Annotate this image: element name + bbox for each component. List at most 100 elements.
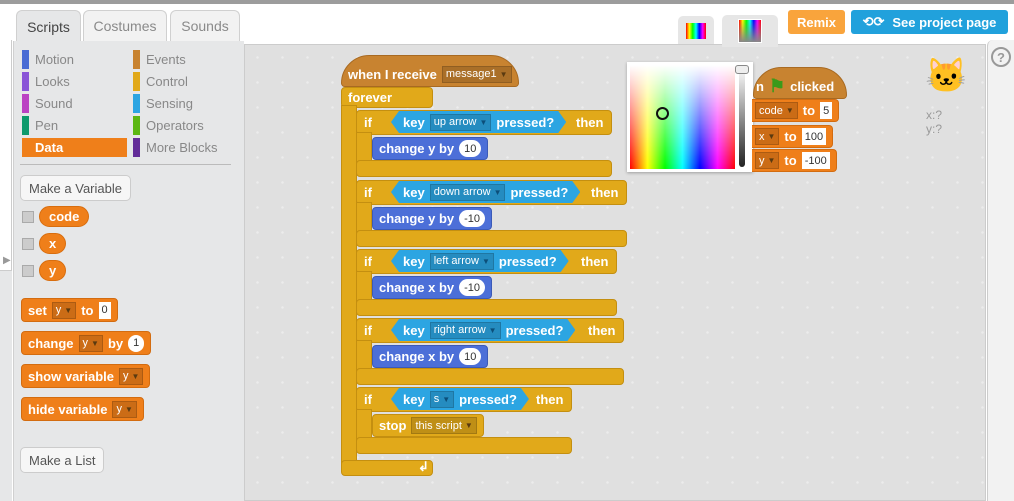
help-icon[interactable]: ? bbox=[991, 47, 1011, 67]
block-label: when I receive bbox=[348, 66, 437, 82]
change-position-block[interactable]: change y by 10 bbox=[372, 137, 489, 160]
message-dropdown[interactable]: message1 bbox=[441, 65, 512, 83]
set-variable-block[interactable]: setyto0 bbox=[21, 298, 118, 322]
variable-dropdown[interactable]: y bbox=[112, 400, 137, 418]
if-label: if bbox=[364, 185, 372, 200]
stop-option-dropdown[interactable]: this script bbox=[411, 417, 477, 434]
change-position-block[interactable]: change x by -10 bbox=[372, 276, 493, 299]
green-flag-icon: ⚑ bbox=[768, 75, 786, 96]
key-pressed-block[interactable]: key up arrowpressed? bbox=[391, 111, 566, 133]
block-label: to bbox=[802, 103, 816, 118]
then-label: then bbox=[536, 392, 564, 407]
category-more-blocks[interactable]: More Blocks bbox=[133, 138, 238, 157]
category-label: Data bbox=[35, 140, 64, 155]
color-tab-small[interactable] bbox=[678, 16, 714, 44]
variable-dropdown[interactable]: y bbox=[118, 367, 144, 385]
color-spectrum[interactable] bbox=[630, 65, 735, 169]
value-input[interactable]: 0 bbox=[98, 301, 111, 319]
block-label: pressed? bbox=[510, 184, 569, 200]
brightness-slider[interactable] bbox=[739, 67, 745, 167]
variable-dropdown[interactable]: y bbox=[78, 334, 103, 352]
category-events[interactable]: Events bbox=[133, 50, 238, 69]
block-label: hide variable bbox=[28, 401, 108, 417]
value-input[interactable]: 100 bbox=[801, 128, 827, 145]
set-variable-block[interactable]: xto 100 bbox=[752, 125, 834, 148]
key-pressed-block[interactable]: key left arrowpressed? bbox=[391, 250, 569, 272]
key-dropdown[interactable]: s bbox=[430, 391, 454, 408]
make-list-button[interactable]: Make a List bbox=[20, 447, 105, 473]
divider bbox=[20, 164, 231, 165]
see-project-page-button[interactable]: ⟲⟳ See project page bbox=[851, 10, 1008, 34]
variable-dropdown[interactable]: y bbox=[51, 301, 77, 319]
remix-button[interactable]: Remix bbox=[788, 10, 845, 34]
variable-dropdown[interactable]: y bbox=[755, 152, 780, 169]
when-i-receive-hat-block[interactable]: when I receive message1 bbox=[341, 55, 519, 87]
if-bottom bbox=[356, 299, 617, 316]
sprite-y-readout: y:? bbox=[926, 122, 943, 136]
change-variable-block[interactable]: changeyby1 bbox=[21, 331, 152, 355]
block-label: pressed? bbox=[505, 322, 564, 338]
value-input[interactable]: 10 bbox=[459, 140, 482, 157]
variable-dropdown[interactable]: x bbox=[755, 128, 780, 145]
brightness-slider-handle[interactable] bbox=[735, 65, 749, 74]
then-label: then bbox=[588, 323, 616, 338]
green-flag-hat-block[interactable]: n ⚑ clicked bbox=[753, 67, 847, 99]
category-label: Sound bbox=[35, 96, 73, 111]
sync-arrows-icon: ⟲⟳ bbox=[862, 14, 885, 29]
category-operators[interactable]: Operators bbox=[133, 116, 238, 135]
category-motion[interactable]: Motion bbox=[22, 50, 127, 69]
category-data[interactable]: Data bbox=[22, 138, 127, 157]
category-color-swatch bbox=[22, 116, 29, 135]
category-sound[interactable]: Sound bbox=[22, 94, 127, 113]
key-pressed-block[interactable]: key right arrowpressed? bbox=[391, 319, 575, 341]
value-input[interactable]: -10 bbox=[459, 210, 486, 227]
variable-checkbox[interactable] bbox=[22, 210, 34, 223]
value-input[interactable]: 10 bbox=[459, 348, 482, 365]
key-dropdown[interactable]: up arrow bbox=[430, 114, 492, 131]
then-label: then bbox=[581, 254, 609, 269]
category-color-swatch bbox=[22, 94, 29, 113]
tab-scripts[interactable]: Scripts bbox=[16, 10, 81, 42]
stop-block[interactable]: stop this script bbox=[372, 414, 484, 437]
set-variable-block[interactable]: codeto 5 bbox=[752, 99, 840, 122]
block-label: change y by bbox=[379, 141, 455, 156]
category-looks[interactable]: Looks bbox=[22, 72, 127, 91]
if-label: if bbox=[364, 254, 372, 269]
key-dropdown[interactable]: left arrow bbox=[430, 253, 494, 270]
category-color-swatch bbox=[22, 138, 29, 157]
block-label: pressed? bbox=[459, 391, 517, 407]
variable-checkbox[interactable] bbox=[22, 237, 34, 250]
category-pen[interactable]: Pen bbox=[22, 116, 127, 135]
key-dropdown[interactable]: down arrow bbox=[430, 184, 506, 201]
color-tab-large[interactable] bbox=[722, 15, 778, 47]
category-sensing[interactable]: Sensing bbox=[133, 94, 238, 113]
then-label: then bbox=[591, 185, 619, 200]
hide-variable-block[interactable]: hide variable y bbox=[21, 397, 144, 421]
variable-reporter[interactable]: x bbox=[39, 233, 67, 254]
variable-reporter[interactable]: code bbox=[39, 206, 90, 227]
show-variable-block[interactable]: show variable y bbox=[21, 364, 151, 388]
block-label: change x by bbox=[379, 349, 455, 364]
category-control[interactable]: Control bbox=[133, 72, 238, 91]
set-variable-block[interactable]: yto -100 bbox=[752, 149, 837, 172]
key-dropdown[interactable]: right arrow bbox=[430, 322, 501, 339]
value-input[interactable]: 5 bbox=[820, 102, 833, 119]
collapse-stage-arrow-icon[interactable]: ▶ bbox=[3, 255, 11, 266]
change-position-block[interactable]: change x by 10 bbox=[372, 345, 489, 368]
value-input[interactable]: -10 bbox=[459, 279, 486, 296]
key-pressed-block[interactable]: key down arrowpressed? bbox=[391, 181, 580, 203]
variable-checkbox[interactable] bbox=[22, 264, 34, 277]
key-pressed-block[interactable]: keys pressed? bbox=[391, 388, 529, 410]
color-cursor-icon[interactable] bbox=[656, 107, 669, 120]
tab-costumes[interactable]: Costumes bbox=[83, 10, 167, 41]
value-input[interactable]: 1 bbox=[128, 334, 145, 352]
if-label: if bbox=[364, 115, 372, 130]
make-variable-button[interactable]: Make a Variable bbox=[20, 175, 131, 201]
change-position-block[interactable]: change y by -10 bbox=[372, 207, 493, 230]
tab-sounds[interactable]: Sounds bbox=[170, 10, 240, 41]
variable-dropdown[interactable]: code bbox=[755, 102, 798, 119]
block-label: change y by bbox=[379, 211, 455, 226]
variable-reporter[interactable]: y bbox=[39, 260, 67, 281]
value-input[interactable]: -100 bbox=[801, 152, 830, 169]
sprite-cat-icon[interactable]: 🐱 bbox=[925, 56, 967, 96]
